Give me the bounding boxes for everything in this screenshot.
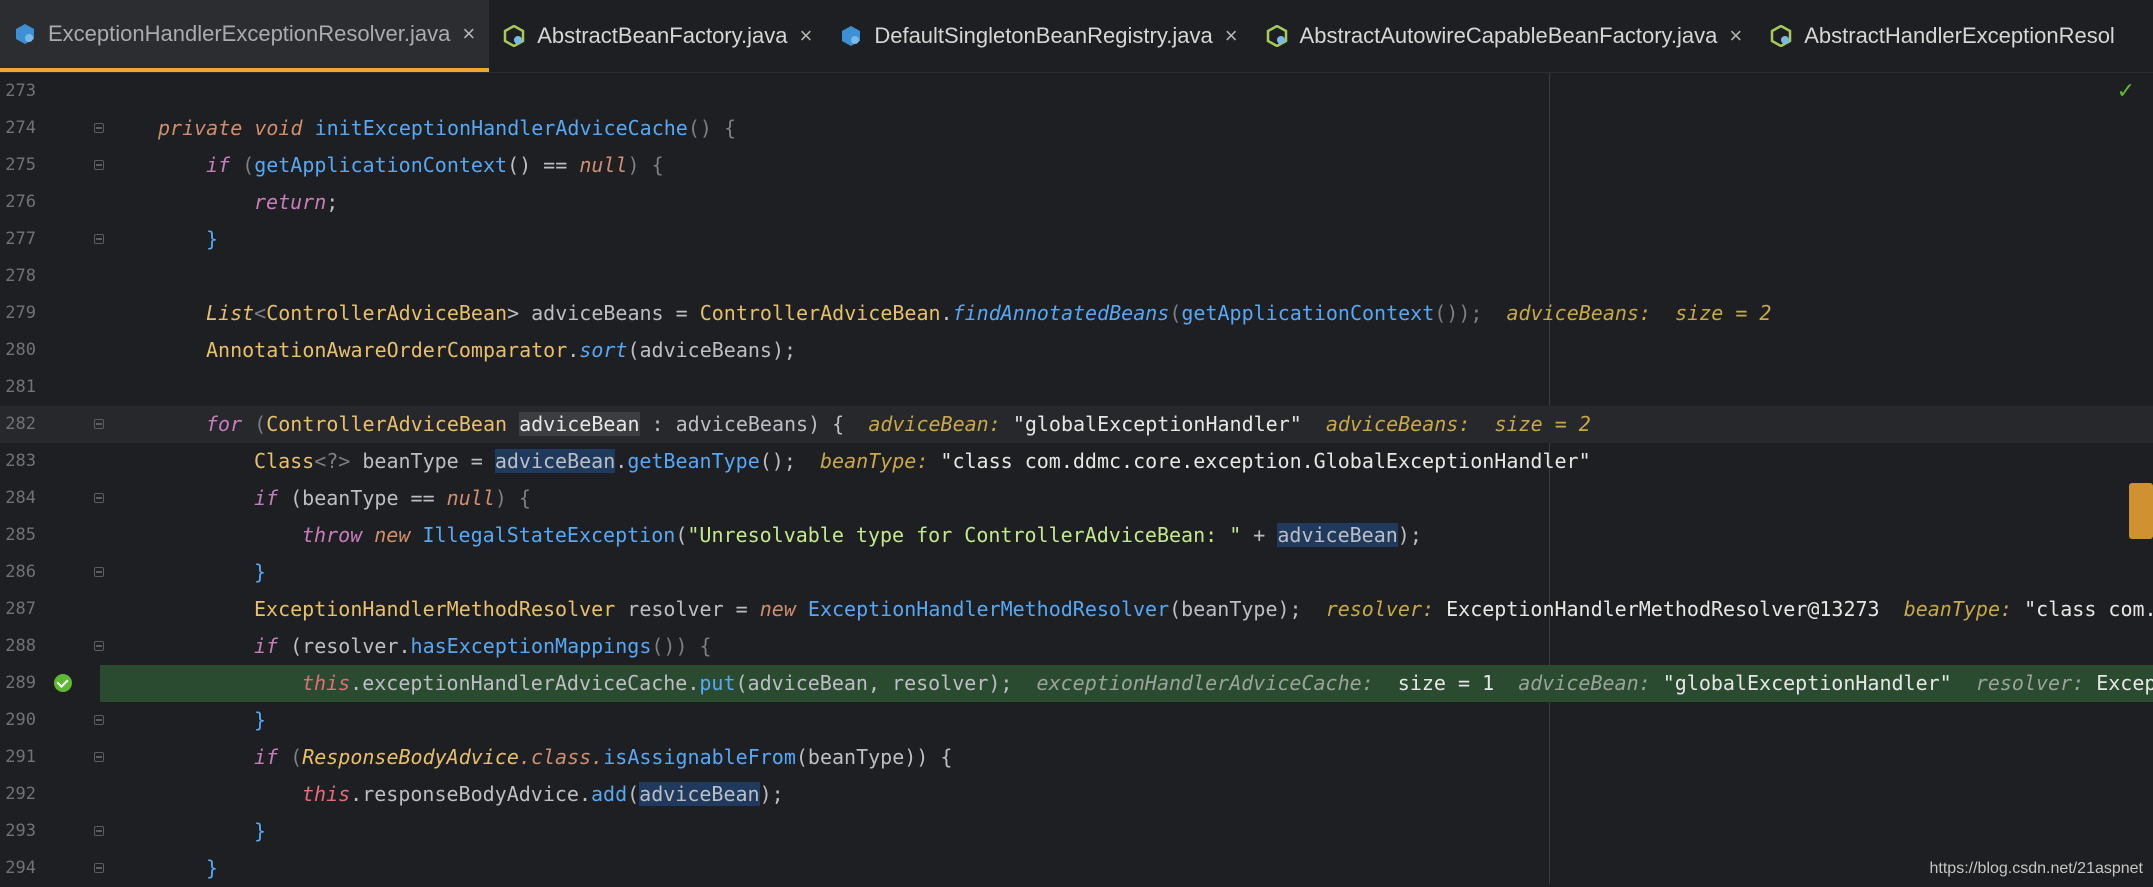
- code-text[interactable]: Class<?> beanType = adviceBean.getBeanTy…: [100, 443, 2153, 480]
- code-text[interactable]: this.exceptionHandlerAdviceCache.put(adv…: [100, 665, 2153, 702]
- line-number: 281: [5, 377, 36, 397]
- code-editor[interactable]: ✓ 273 274 private void initExceptionHand…: [0, 73, 2153, 884]
- line-number: 280: [5, 340, 36, 360]
- code-line-294: 294 }: [0, 850, 2153, 887]
- code-text[interactable]: List<ControllerAdviceBean> adviceBeans =…: [100, 295, 2153, 332]
- code-line-288: 288 if (resolver.hasExceptionMappings())…: [0, 628, 2153, 665]
- code-line-279: 279 List<ControllerAdviceBean> adviceBea…: [0, 295, 2153, 332]
- close-icon[interactable]: ×: [1729, 23, 1742, 49]
- line-number: 286: [5, 562, 36, 582]
- code-line-292: 292 this.responseBodyAdvice.add(adviceBe…: [0, 776, 2153, 813]
- code-text[interactable]: }: [100, 813, 2153, 850]
- code-line-278: 278: [0, 258, 2153, 295]
- code-line-276: 276 return;: [0, 184, 2153, 221]
- code-line-286: 286 }: [0, 554, 2153, 591]
- line-number: 294: [5, 858, 36, 878]
- code-text[interactable]: ExceptionHandlerMethodResolver resolver …: [100, 591, 2153, 628]
- line-number: 290: [5, 710, 36, 730]
- code-line-282: 282 for (ControllerAdviceBean adviceBean…: [0, 406, 2153, 443]
- code-line-284: 284 if (beanType == null) {: [0, 480, 2153, 517]
- java-class-icon: [842, 26, 861, 46]
- code-text[interactable]: if (ResponseBodyAdvice.class.isAssignabl…: [100, 739, 2153, 776]
- tab-label: AbstractAutowireCapableBeanFactory.java: [1299, 23, 1718, 48]
- line-number: 273: [5, 81, 36, 101]
- line-number: 276: [5, 192, 36, 212]
- code-line-293: 293 }: [0, 813, 2153, 850]
- code-line-285: 285 throw new IllegalStateException("Unr…: [0, 517, 2153, 554]
- line-number: 292: [5, 784, 36, 804]
- java-class-icon: [16, 24, 34, 44]
- watermark: https://blog.csdn.net/21aspnet: [1929, 860, 2143, 877]
- line-number: 291: [5, 747, 36, 767]
- code-text[interactable]: AnnotationAwareOrderComparator.sort(advi…: [100, 332, 2153, 369]
- line-number: 289: [5, 673, 36, 693]
- code-line-281: 281: [0, 369, 2153, 406]
- code-text[interactable]: }: [100, 221, 2153, 258]
- line-number: 293: [5, 821, 36, 841]
- tab-abstract-bean-factory[interactable]: AbstractBeanFactory.java ×: [489, 0, 826, 72]
- line-number: 274: [5, 118, 36, 138]
- close-icon[interactable]: ×: [462, 21, 475, 47]
- code-line-289-execution-point: 289 this.exceptionHandlerAdviceCache.put…: [0, 665, 2153, 702]
- line-number: 284: [5, 488, 36, 508]
- code-text[interactable]: }: [100, 554, 2153, 591]
- tab-label: AbstractBeanFactory.java: [537, 23, 788, 48]
- line-number: 278: [5, 266, 36, 286]
- code-line-274: 274 private void initExceptionHandlerAdv…: [0, 110, 2153, 147]
- line-number: 288: [5, 636, 36, 656]
- code-line-277: 277 }: [0, 221, 2153, 258]
- code-line-287: 287 ExceptionHandlerMethodResolver resol…: [0, 591, 2153, 628]
- code-text[interactable]: throw new IllegalStateException("Unresol…: [100, 517, 2153, 554]
- tab-label: ExceptionHandlerExceptionResolver.java: [48, 21, 451, 46]
- close-icon[interactable]: ×: [1225, 23, 1238, 49]
- abstract-class-icon: [1266, 25, 1287, 47]
- code-text[interactable]: }: [100, 702, 2153, 739]
- debug-inline-value: resolver: ExceptionHandlerMethodResolver…: [1325, 597, 2153, 621]
- line-number: 275: [5, 155, 36, 175]
- debug-inline-value: adviceBeans: size = 2: [1506, 301, 1772, 325]
- code-text[interactable]: return;: [100, 184, 2153, 221]
- code-line-275: 275 if (getApplicationContext() == null)…: [0, 147, 2153, 184]
- debug-inline-value: adviceBean: "globalExceptionHandler" adv…: [868, 412, 1591, 436]
- breakpoint-verified-icon[interactable]: [54, 674, 72, 692]
- line-number: 283: [5, 451, 36, 471]
- abstract-class-icon: [1770, 25, 1792, 47]
- line-number: 279: [5, 303, 36, 323]
- code-text[interactable]: if (beanType == null) {: [100, 480, 2153, 517]
- code-text[interactable]: this.responseBodyAdvice.add(adviceBean);: [100, 776, 2153, 813]
- debug-inline-value: beanType: "class com.ddmc.core.exception…: [819, 449, 1591, 473]
- code-text[interactable]: }: [100, 850, 2153, 887]
- tab-abstract-autowire-capable-bean-factory[interactable]: AbstractAutowireCapableBeanFactory.java …: [1252, 0, 1757, 72]
- code-text[interactable]: private void initExceptionHandlerAdviceC…: [100, 110, 2153, 147]
- abstract-class-icon: [503, 25, 525, 47]
- code-line-273: 273: [0, 73, 2153, 110]
- line-number: 277: [5, 229, 36, 249]
- editor-tab-bar: ExceptionHandlerExceptionResolver.java ×…: [0, 0, 2153, 73]
- line-number: 287: [5, 599, 36, 619]
- code-line-280: 280 AnnotationAwareOrderComparator.sort(…: [0, 332, 2153, 369]
- code-line-283: 283 Class<?> beanType = adviceBean.getBe…: [0, 443, 2153, 480]
- tab-label: DefaultSingletonBeanRegistry.java: [874, 23, 1213, 48]
- code-text[interactable]: if (resolver.hasExceptionMappings()) {: [100, 628, 2153, 665]
- code-line-290: 290 }: [0, 702, 2153, 739]
- tab-abstract-handler-exception-resolver[interactable]: AbstractHandlerExceptionResol: [1756, 0, 2129, 72]
- line-number: 282: [5, 414, 36, 434]
- code-line-291: 291 if (ResponseBodyAdvice.class.isAssig…: [0, 739, 2153, 776]
- tab-label: AbstractHandlerExceptionResol: [1804, 23, 2115, 48]
- line-number: 285: [5, 525, 36, 545]
- code-text[interactable]: if (getApplicationContext() == null) {: [100, 147, 2153, 184]
- debug-inline-value: exceptionHandlerAdviceCache: size = 1 ad…: [1036, 671, 2153, 695]
- tab-exception-handler-exception-resolver[interactable]: ExceptionHandlerExceptionResolver.java ×: [0, 0, 490, 72]
- code-text[interactable]: for (ControllerAdviceBean adviceBean : a…: [100, 406, 2153, 443]
- close-icon[interactable]: ×: [799, 23, 812, 49]
- tab-default-singleton-bean-registry[interactable]: DefaultSingletonBeanRegistry.java ×: [826, 0, 1251, 72]
